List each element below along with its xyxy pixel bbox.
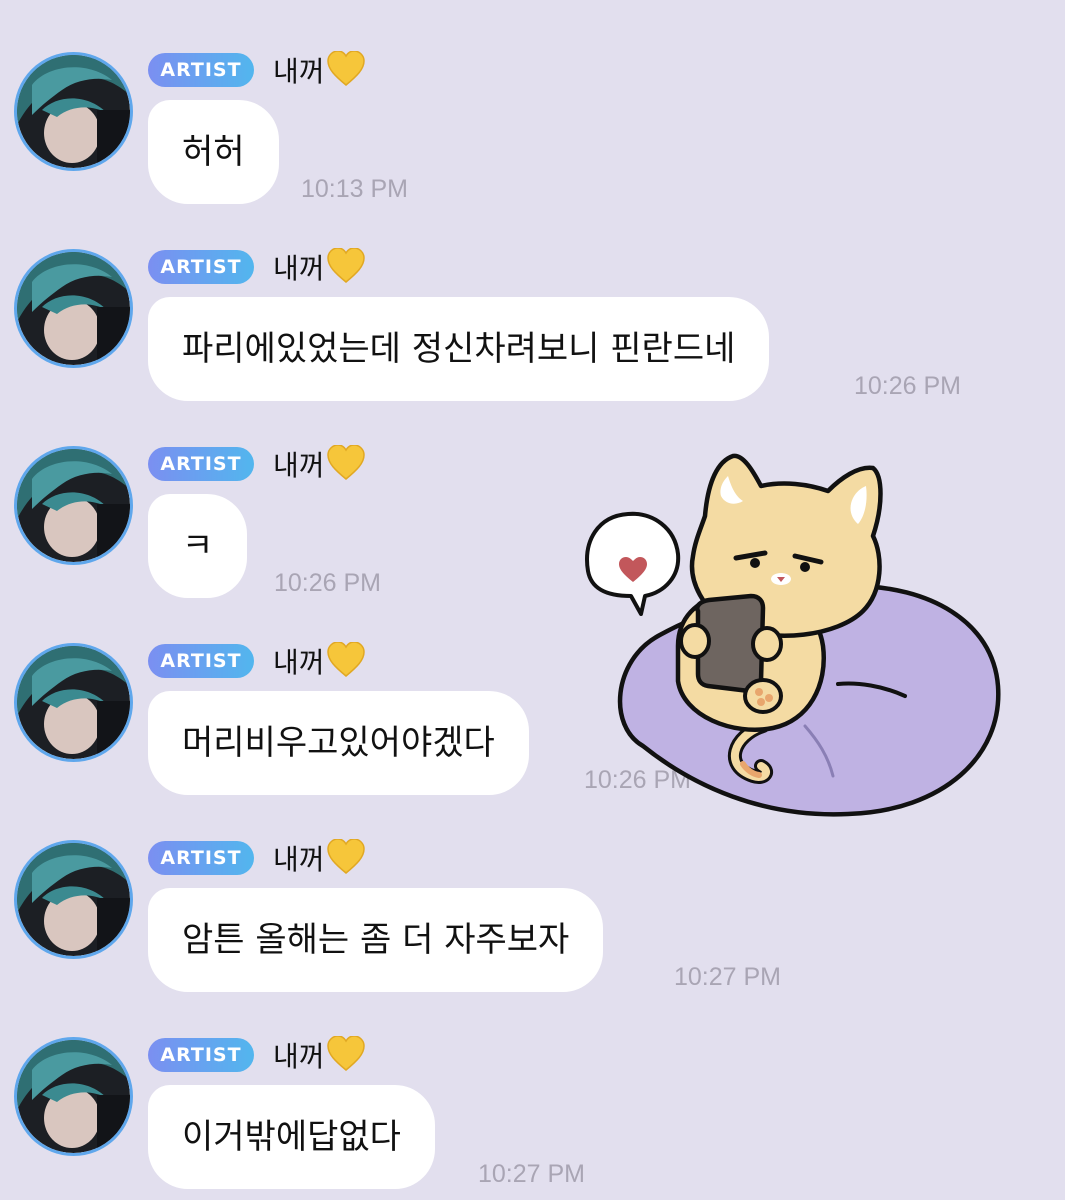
message-row: ARTIST 내꺼 이거밖에답없다 10:27 PM bbox=[0, 985, 1065, 1189]
message-timestamp: 10:27 PM bbox=[478, 1160, 586, 1188]
artist-badge: ARTIST bbox=[148, 1038, 254, 1072]
artist-badge: ARTIST bbox=[148, 250, 254, 284]
sender-name-text: 내꺼 bbox=[273, 646, 325, 679]
sender-name-text: 내꺼 bbox=[273, 449, 325, 482]
artist-badge: ARTIST bbox=[148, 841, 254, 875]
sender-name-text: 내꺼 bbox=[273, 55, 325, 88]
yellow-heart-icon bbox=[326, 1036, 365, 1071]
message-bubble[interactable]: 암튼 올해는 좀 더 자주보자 bbox=[148, 888, 604, 992]
artist-badge: ARTIST bbox=[148, 53, 254, 87]
avatar[interactable] bbox=[14, 52, 133, 171]
avatar[interactable] bbox=[14, 249, 133, 368]
message-bubble[interactable]: 이거밖에답없다 bbox=[148, 1085, 435, 1189]
message-row: ARTIST 내꺼 파리에있었는데 정신차려보니 핀란드네 10:26 PM bbox=[0, 197, 1065, 401]
message-row: ARTIST 내꺼 허허 10:13 PM bbox=[0, 0, 1065, 204]
speech-bubble-heart-icon bbox=[585, 511, 681, 616]
artist-badge: ARTIST bbox=[148, 644, 254, 678]
sender-name: 내꺼 bbox=[273, 1036, 365, 1075]
sender-name-text: 내꺼 bbox=[273, 843, 325, 876]
sender-name: 내꺼 bbox=[273, 445, 365, 484]
avatar[interactable] bbox=[14, 446, 133, 565]
avatar[interactable] bbox=[14, 840, 133, 959]
message-bubble[interactable]: ㅋ bbox=[148, 494, 248, 598]
sender-name: 내꺼 bbox=[273, 248, 365, 287]
yellow-heart-icon bbox=[326, 445, 365, 480]
sender-name: 내꺼 bbox=[273, 642, 365, 681]
yellow-heart-icon bbox=[326, 642, 365, 677]
yellow-heart-icon bbox=[326, 248, 365, 283]
sender-name: 내꺼 bbox=[273, 51, 365, 90]
sender-name-text: 내꺼 bbox=[273, 1040, 325, 1073]
avatar[interactable] bbox=[14, 1037, 133, 1156]
avatar[interactable] bbox=[14, 643, 133, 762]
yellow-heart-icon bbox=[326, 51, 365, 86]
sender-name-text: 내꺼 bbox=[273, 252, 325, 285]
artist-badge: ARTIST bbox=[148, 447, 254, 481]
cat-sticker-icon[interactable] bbox=[583, 446, 1003, 818]
sender-name: 내꺼 bbox=[273, 839, 365, 878]
message-bubble[interactable]: 허허 bbox=[148, 100, 279, 204]
yellow-heart-icon bbox=[326, 839, 365, 874]
message-bubble[interactable]: 파리에있었는데 정신차려보니 핀란드네 bbox=[148, 297, 770, 401]
chat-screen: { "badge_label": "ARTIST", "sender_name"… bbox=[0, 0, 1065, 1200]
message-bubble[interactable]: 머리비우고있어야겠다 bbox=[148, 691, 529, 795]
